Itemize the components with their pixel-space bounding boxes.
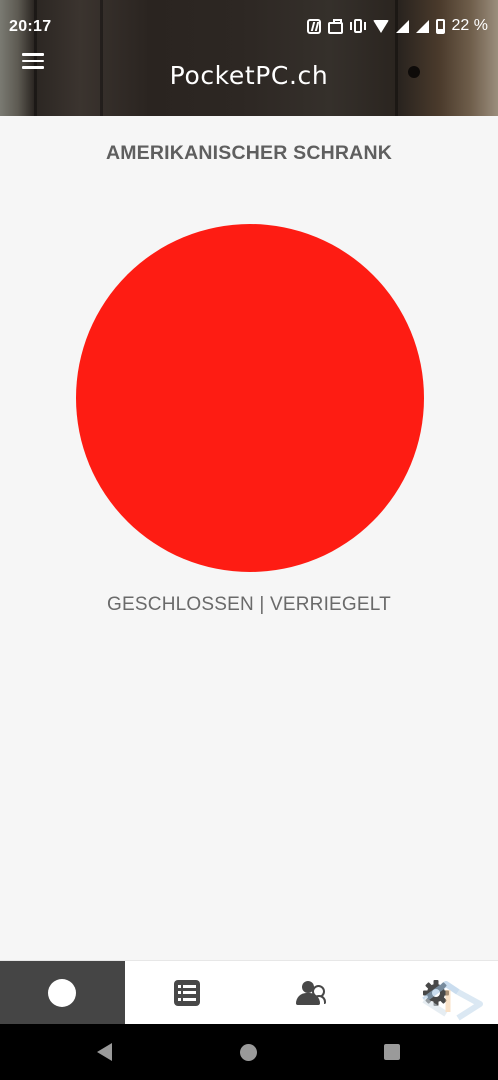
wifi-icon <box>372 19 389 33</box>
home-icon[interactable] <box>240 1044 257 1061</box>
tab-settings[interactable] <box>374 961 498 1024</box>
status-bar: 20:17 22 % <box>0 0 498 56</box>
recents-icon[interactable] <box>384 1044 400 1060</box>
lock-status-text: GESCHLOSSEN | VERRIEGELT <box>107 594 391 615</box>
battery-icon <box>435 18 445 34</box>
app-title: PocketPC.ch <box>169 61 329 90</box>
vibrate-icon <box>349 19 366 33</box>
header-bar: 20:17 22 % PocketPC.ch <box>0 0 498 116</box>
bottom-tab-bar <box>0 960 498 1024</box>
device-name: AMERIKANISCHER SCHRANK <box>105 142 393 164</box>
nfc-icon <box>306 18 321 34</box>
users-icon <box>296 980 327 1005</box>
tab-users[interactable] <box>249 961 374 1024</box>
status-icons: 22 % <box>306 17 488 35</box>
briefcase-icon <box>327 18 343 34</box>
signal-icon <box>415 19 429 33</box>
system-navigation-bar <box>0 1024 498 1080</box>
tab-list[interactable] <box>125 961 250 1024</box>
back-icon[interactable] <box>97 1043 112 1061</box>
status-dot-icon <box>48 978 77 1007</box>
app-screen: 20:17 22 % PocketPC.ch AMERIKANISCHER SC… <box>0 0 498 1080</box>
battery-percentage: 22 % <box>451 17 488 34</box>
lock-status-indicator[interactable] <box>76 224 424 572</box>
gear-icon <box>422 979 449 1006</box>
status-time: 20:17 <box>9 18 52 35</box>
signal-icon <box>395 19 409 33</box>
menu-line <box>22 53 44 56</box>
tab-status[interactable] <box>0 961 125 1024</box>
list-icon <box>173 979 200 1006</box>
